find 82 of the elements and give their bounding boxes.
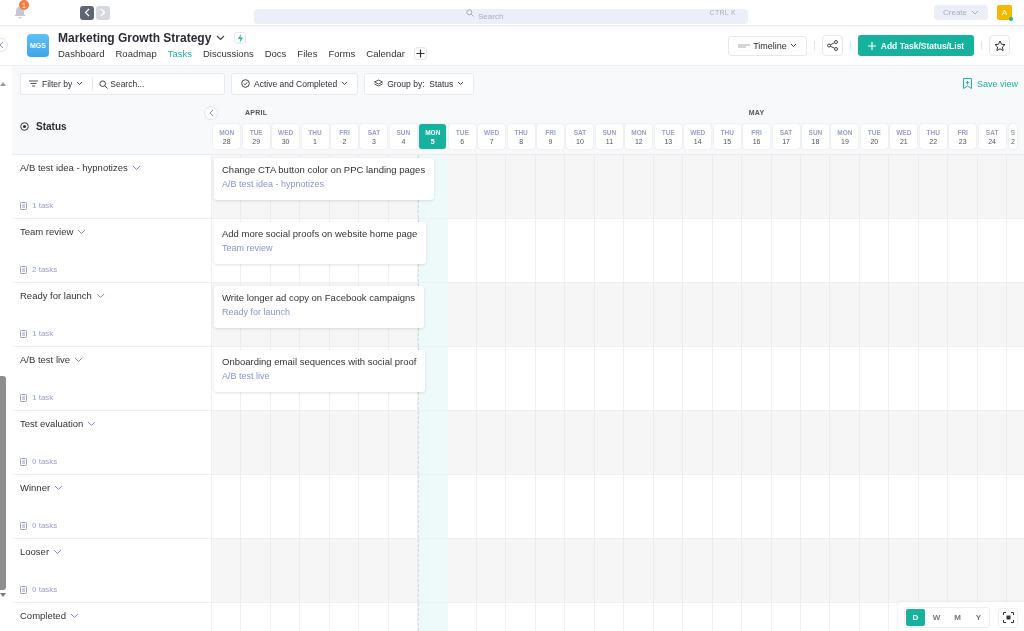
back-button[interactable] <box>80 5 94 20</box>
plus-icon <box>415 49 425 58</box>
add-tab-button[interactable] <box>413 47 427 60</box>
scale-toggle[interactable]: M <box>948 609 967 626</box>
collapse-button[interactable] <box>204 106 218 120</box>
task-count: 0 tasks <box>32 521 58 530</box>
view-dropdown[interactable]: Timeline <box>728 35 807 56</box>
task-card[interactable]: Add more social proofs on website home page Team review <box>214 222 427 264</box>
list-icon <box>20 201 27 210</box>
tab[interactable]: Discussions <box>203 48 254 59</box>
task-status: A/B test live <box>222 371 271 381</box>
group-name: A/B test idea - hypnotizes <box>20 162 128 173</box>
task-count: 1 task <box>32 329 54 338</box>
scroll-up-icon[interactable] <box>0 82 6 86</box>
timeline-icon <box>738 43 751 48</box>
list-icon <box>20 393 27 402</box>
radio-icon <box>20 122 29 131</box>
share-icon <box>827 40 838 51</box>
task-title: Write longer ad copy on Facebook campaigns <box>222 292 416 303</box>
search-icon <box>466 9 474 17</box>
sparkle-button[interactable] <box>234 32 247 44</box>
task-count: 0 tasks <box>32 585 58 594</box>
check-circle-icon <box>241 79 250 88</box>
task-count: 0 tasks <box>32 457 58 466</box>
group-name: A/B test live <box>20 354 71 365</box>
chevron-down-icon <box>457 81 465 86</box>
group-by-dropdown[interactable]: Group by: Status <box>364 72 475 95</box>
fit-button[interactable] <box>998 607 1018 628</box>
list-icon <box>20 265 27 274</box>
scale-toggle[interactable]: W <box>927 609 946 626</box>
task-count: 1 task <box>32 393 54 402</box>
project-title: Marketing Growth Strategy <box>58 31 212 45</box>
tab[interactable]: Dashboard <box>58 48 105 59</box>
group-name: Looser <box>20 546 50 557</box>
chevron-down-icon <box>341 81 349 86</box>
fit-screen-icon <box>1002 612 1014 623</box>
chevron-left-icon <box>208 109 214 117</box>
task-status: Team review <box>222 243 274 253</box>
list-icon <box>20 521 27 530</box>
plus-icon <box>867 41 876 50</box>
scrollbar[interactable] <box>0 376 6 590</box>
chevron-left-icon <box>84 8 90 17</box>
task-card[interactable]: Change CTA button color on PPC landing pages A/B test idea - hypnotizes <box>214 158 435 200</box>
layers-icon <box>374 79 384 88</box>
star-icon <box>993 39 1006 52</box>
group-name: Completed <box>20 610 66 621</box>
chevron-down-icon <box>971 10 979 15</box>
status-dot <box>1009 17 1013 21</box>
bookmark-icon <box>962 78 972 89</box>
task-status: A/B test idea - hypnotizes <box>222 179 326 189</box>
tab[interactable]: Calendar <box>366 48 405 59</box>
lightning-icon <box>236 33 244 43</box>
task-card[interactable]: Write longer ad copy on Facebook campaigns Ready for launch <box>214 286 425 328</box>
task-count: 1 task <box>32 201 54 210</box>
task-card[interactable]: Onboarding email sequences with social proof A/B test live <box>214 350 426 392</box>
group-name: Ready for launch <box>20 290 92 301</box>
task-count: 2 tasks <box>32 265 58 274</box>
star-button[interactable] <box>989 35 1010 56</box>
tab[interactable]: Roadmap <box>115 48 157 59</box>
task-title: Change CTA button color on PPC landing pages <box>222 164 426 175</box>
scroll-down-icon[interactable] <box>0 593 6 597</box>
status-filter-dropdown[interactable]: Active and Completed <box>231 72 359 95</box>
list-icon <box>20 329 27 338</box>
task-status: Ready for launch <box>222 307 292 317</box>
list-icon <box>20 457 27 466</box>
tab[interactable]: Docs <box>264 48 287 59</box>
share-button[interactable] <box>822 35 843 56</box>
group-name: Winner <box>20 482 51 493</box>
chevron-down-icon <box>789 43 797 48</box>
tab[interactable]: Forms <box>328 48 356 59</box>
list-icon <box>20 585 27 594</box>
group-name: Team review <box>20 226 74 237</box>
chevron-left-icon <box>0 41 4 49</box>
group-name: Test evaluation <box>20 418 84 429</box>
bell-icon[interactable] <box>14 6 26 19</box>
column-header: Status <box>36 121 67 132</box>
chevron-right-icon <box>100 8 106 17</box>
chevron-icon[interactable] <box>216 35 226 41</box>
task-title: Onboarding email sequences with social proof <box>222 356 417 367</box>
scale-toggle[interactable]: Y <box>969 609 988 626</box>
tab[interactable]: Files <box>297 48 318 59</box>
task-title: Add more social proofs on website home page <box>222 228 418 239</box>
